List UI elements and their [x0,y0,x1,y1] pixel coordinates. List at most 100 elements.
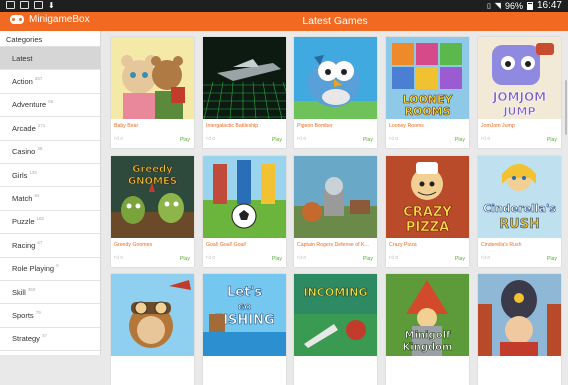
category-label: Adventure [12,100,47,110]
svg-text:Minigolf: Minigolf [405,330,451,341]
play-button[interactable]: Play [455,137,465,143]
game-thumbnail[interactable] [478,274,561,356]
game-card[interactable]: CRAZY PIZZA Crazy Pizza 👍︎ 0 Play [386,156,469,267]
game-thumbnail[interactable]: LOONEY ROOMS [386,37,469,119]
category-item-arcade[interactable]: Arcade 271 [0,117,100,141]
game-card[interactable]: LOONEY ROOMS Looney Rooms 👍︎ 0 Play [386,37,469,148]
play-button[interactable]: Play [180,256,190,262]
category-label: Skill [12,287,26,297]
category-label: Action [12,77,33,87]
category-item-casino[interactable]: Casino 38 [0,141,100,164]
category-label: Casino [12,147,36,157]
game-card[interactable]: Greedy GNOMES Greedy Gnomes 👍︎ 0 Play [111,156,194,267]
category-item-match[interactable]: Match 94 [0,187,100,211]
game-card[interactable]: Minigolf Kingdom [386,274,469,385]
play-button[interactable]: Play [455,256,465,262]
category-sidebar: Categories Latest Action 367 Adventure 85 Arc… [0,31,101,355]
game-thumbnail[interactable] [203,37,286,119]
status-bar: ⬇ ▯ ◥ 96% 16:47 [0,0,568,12]
game-card[interactable]: Let's GO FISHING [203,274,286,385]
game-card[interactable]: Goal! Goal! Goal! 👍︎ 0 Play [203,156,286,267]
battery-icon [526,1,533,10]
game-title[interactable]: JomJom Jump [481,123,559,129]
game-card[interactable]: Intergalactic Battleship 👍︎ 0 Play [203,37,286,148]
game-title[interactable]: Baby Bear [114,123,192,129]
game-title[interactable]: Intergalactic Battleship [206,123,284,129]
scrollbar[interactable] [565,80,567,135]
game-thumbnail[interactable]: Let's GO FISHING [203,274,286,356]
cast-icon [34,1,43,9]
game-title[interactable]: Crazy Pizza [389,242,467,248]
game-card[interactable]: Baby Bear 👍︎ 0 Play [111,37,194,148]
wifi-icon: ◥ [494,1,501,10]
category-label: Arcade [12,123,36,133]
play-button[interactable]: Play [272,256,282,262]
game-title[interactable]: Goal! Goal! Goal! [206,242,284,248]
game-card[interactable]: JOMJOM JUMP JomJom Jump 👍︎ 0 Play [478,37,561,148]
category-item-role-playing[interactable]: Role Playing 9 [0,258,100,281]
game-card[interactable]: Pigeon Bomber 👍︎ 0 Play [294,37,377,148]
play-button[interactable]: Play [272,137,282,143]
game-title[interactable]: Pigeon Bomber [297,123,375,129]
play-button[interactable]: Play [363,137,373,143]
play-button[interactable]: Play [180,137,190,143]
svg-text:Kingdom: Kingdom [403,342,453,353]
rating-value: 0 [395,256,399,261]
game-thumbnail[interactable]: Minigolf Kingdom [386,274,469,356]
game-thumbnail[interactable]: INCOMING [294,274,377,356]
game-thumbnail[interactable] [111,274,194,356]
rating-value: 0 [120,137,124,142]
svg-text:JOMJOM: JOMJOM [492,90,546,104]
svg-text:PIZZA: PIZZA [406,220,449,235]
game-title[interactable]: Greedy Gnomes [114,242,192,248]
game-title[interactable]: Looney Rooms [389,123,467,129]
category-label: Sports [12,310,34,320]
game-card[interactable]: Cinderella's RUSH Cinderella's Rush 👍︎ 0 Pla… [478,156,561,267]
category-count: 350 [27,286,36,292]
category-item-strategy[interactable]: Strategy 37 [0,328,100,352]
category-item-sports[interactable]: Sports 79 [0,304,100,328]
svg-text:JUMP: JUMP [502,105,535,118]
category-item-action[interactable]: Action 367 [0,70,100,94]
game-card[interactable]: Captain Rogers Defense of K... 👍︎ 0 Play [294,156,377,267]
game-card[interactable] [111,274,194,385]
game-thumbnail[interactable] [294,37,377,119]
game-thumbnail[interactable] [294,156,377,238]
game-thumbnail[interactable]: Greedy GNOMES [111,156,194,238]
rating-value: 0 [212,256,216,261]
svg-text:Cinderella's: Cinderella's [483,202,556,215]
game-card[interactable] [478,274,561,385]
category-item-racing[interactable]: Racing 57 [0,234,100,258]
game-thumbnail[interactable] [111,37,194,119]
game-rating: 👍︎ 0 [114,137,123,142]
svg-text:ROOMS: ROOMS [404,105,450,118]
game-rating: 👍︎ 0 [389,137,398,142]
rating-value: 0 [212,137,216,142]
category-item-adventure[interactable]: Adventure 85 [0,94,100,118]
game-thumbnail[interactable]: Cinderella's RUSH [478,156,561,238]
game-rating: 👍︎ 0 [297,137,306,142]
game-thumbnail[interactable]: CRAZY PIZZA [386,156,469,238]
play-button[interactable]: Play [547,137,557,143]
category-item-latest[interactable]: Latest [0,47,100,71]
category-count: 38 [37,146,43,152]
play-button[interactable]: Play [363,256,373,262]
game-rating: 👍︎ 0 [481,137,490,142]
vibrate-icon: ▯ [486,2,491,10]
category-label: Girls [12,170,28,180]
page-title: Latest Games [302,15,368,27]
category-count: 9 [56,263,59,269]
game-title[interactable]: Captain Rogers Defense of K... [297,242,375,248]
category-item-puzzle[interactable]: Puzzle 182 [0,211,100,235]
svg-text:INCOMING: INCOMING [304,286,368,299]
game-title[interactable]: Cinderella's Rush [481,242,559,248]
game-thumbnail[interactable] [203,156,286,238]
status-right: ▯ ◥ 96% 16:47 [487,0,562,11]
game-thumbnail[interactable]: JOMJOM JUMP [478,37,561,119]
play-button[interactable]: Play [547,256,557,262]
category-label: Match [12,194,33,204]
game-card[interactable]: INCOMING [294,274,377,385]
category-item-skill[interactable]: Skill 350 [0,281,100,305]
category-item-girls[interactable]: Girls 135 [0,164,100,188]
download-icon: ⬇ [48,1,55,10]
